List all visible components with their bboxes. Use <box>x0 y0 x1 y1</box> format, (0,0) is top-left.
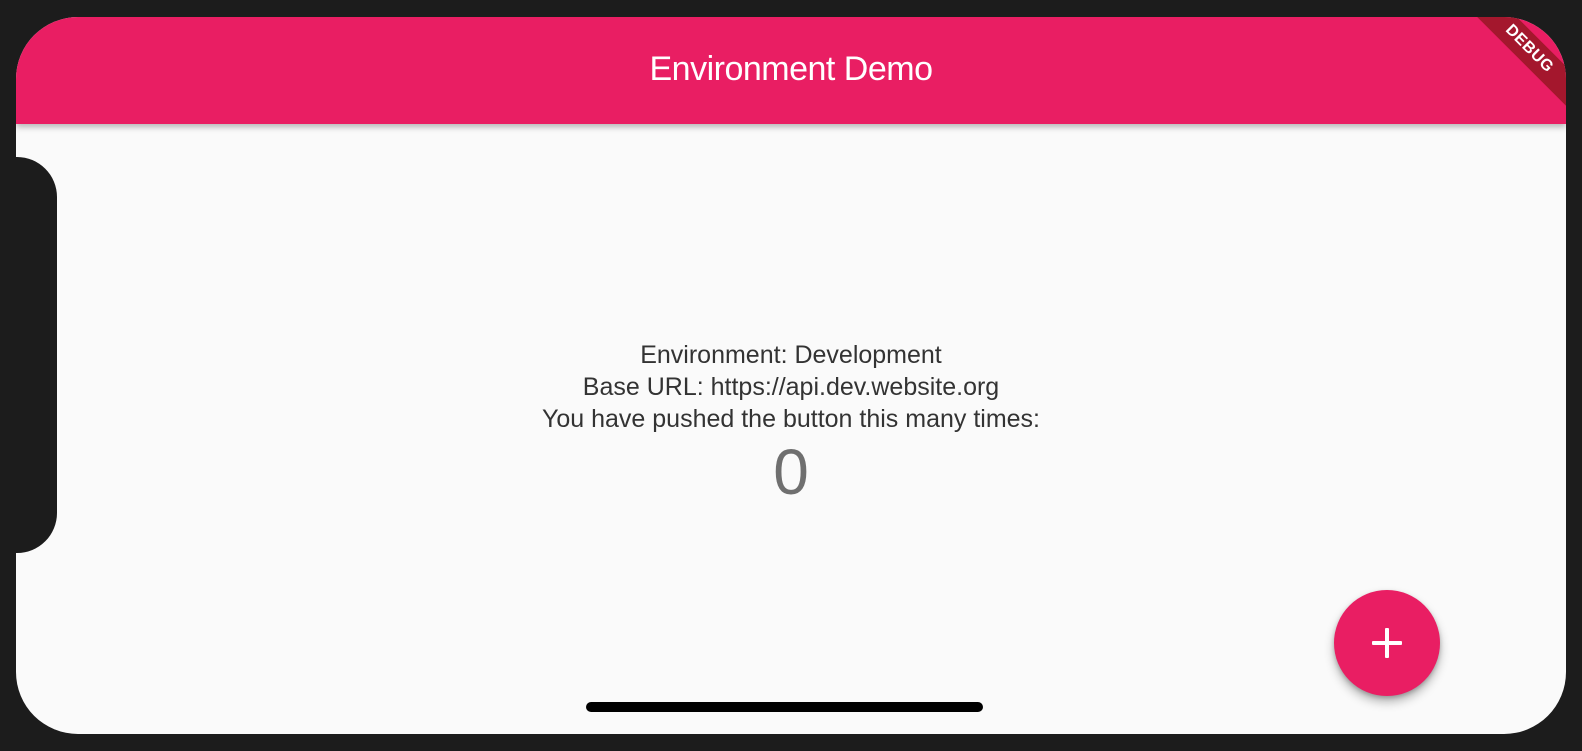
device-frame: Environment Demo DEBUG Environment: Deve… <box>0 0 1582 751</box>
counter-value: 0 <box>773 436 809 508</box>
environment-text: Environment: Development <box>640 341 942 369</box>
increment-button[interactable] <box>1334 590 1440 696</box>
base-url-text: Base URL: https://api.dev.website.org <box>582 373 1000 401</box>
pushed-count-label: You have pushed the button this many tim… <box>541 405 1040 433</box>
main-content: Environment: Development Base URL: https… <box>16 339 1566 507</box>
device-notch <box>0 143 57 567</box>
home-indicator[interactable] <box>586 702 983 712</box>
app-bar: Environment Demo <box>16 17 1566 124</box>
app-title: Environment Demo <box>649 50 933 88</box>
app-screen: Environment Demo DEBUG Environment: Deve… <box>16 17 1566 734</box>
plus-icon <box>1372 628 1402 658</box>
